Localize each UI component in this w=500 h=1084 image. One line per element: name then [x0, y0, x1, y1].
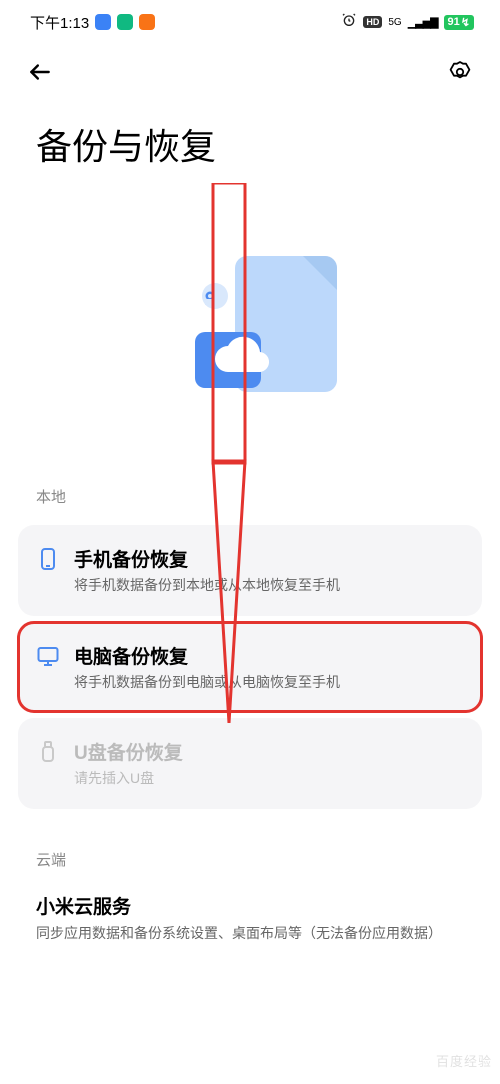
battery-icon: 91↯: [444, 15, 474, 30]
settings-button[interactable]: [442, 54, 478, 90]
mi-cloud-title: 小米云服务: [36, 892, 464, 919]
status-bar: 下午1:13 HD 5G ▁▃▅▇ 91↯: [0, 0, 500, 44]
app-indicator-2: [117, 14, 133, 30]
phone-backup-title: 手机备份恢复: [74, 545, 464, 572]
monitor-icon: [36, 644, 60, 668]
usb-icon: [36, 740, 60, 764]
watermark: 百度经验: [436, 1051, 492, 1070]
hd-icon: HD: [363, 16, 382, 28]
computer-backup-title: 电脑备份恢复: [74, 642, 464, 669]
status-left: 下午1:13: [30, 12, 155, 33]
network-label: 5G: [388, 17, 401, 28]
usb-backup-card[interactable]: U盘备份恢复 请先插入U盘: [18, 718, 482, 809]
mi-cloud-item[interactable]: 小米云服务 同步应用数据和备份系统设置、桌面布局等（无法备份应用数据）: [0, 882, 500, 944]
usb-backup-subtitle: 请先插入U盘: [74, 769, 464, 789]
app-indicator-3: [139, 14, 155, 30]
computer-backup-subtitle: 将手机数据备份到电脑或从电脑恢复至手机: [74, 673, 464, 693]
phone-icon: [36, 547, 60, 571]
app-indicator-1: [95, 14, 111, 30]
mi-cloud-subtitle: 同步应用数据和备份系统设置、桌面布局等（无法备份应用数据）: [36, 923, 464, 944]
section-label-local: 本地: [0, 470, 500, 519]
backup-illustration: [0, 180, 500, 470]
status-time: 下午1:13: [30, 12, 89, 33]
alarm-icon: [341, 12, 357, 32]
page-title: 备份与恢复: [0, 100, 500, 180]
usb-backup-title: U盘备份恢复: [74, 738, 464, 765]
back-button[interactable]: [22, 54, 58, 90]
nav-bar: [0, 44, 500, 100]
phone-backup-subtitle: 将手机数据备份到本地或从本地恢复至手机: [74, 576, 464, 596]
computer-backup-card[interactable]: 电脑备份恢复 将手机数据备份到电脑或从电脑恢复至手机: [18, 622, 482, 713]
phone-backup-card[interactable]: 手机备份恢复 将手机数据备份到本地或从本地恢复至手机: [18, 525, 482, 616]
status-right: HD 5G ▁▃▅▇ 91↯: [341, 12, 474, 32]
signal-icon: ▁▃▅▇: [408, 16, 438, 29]
section-label-cloud: 云端: [0, 815, 500, 882]
